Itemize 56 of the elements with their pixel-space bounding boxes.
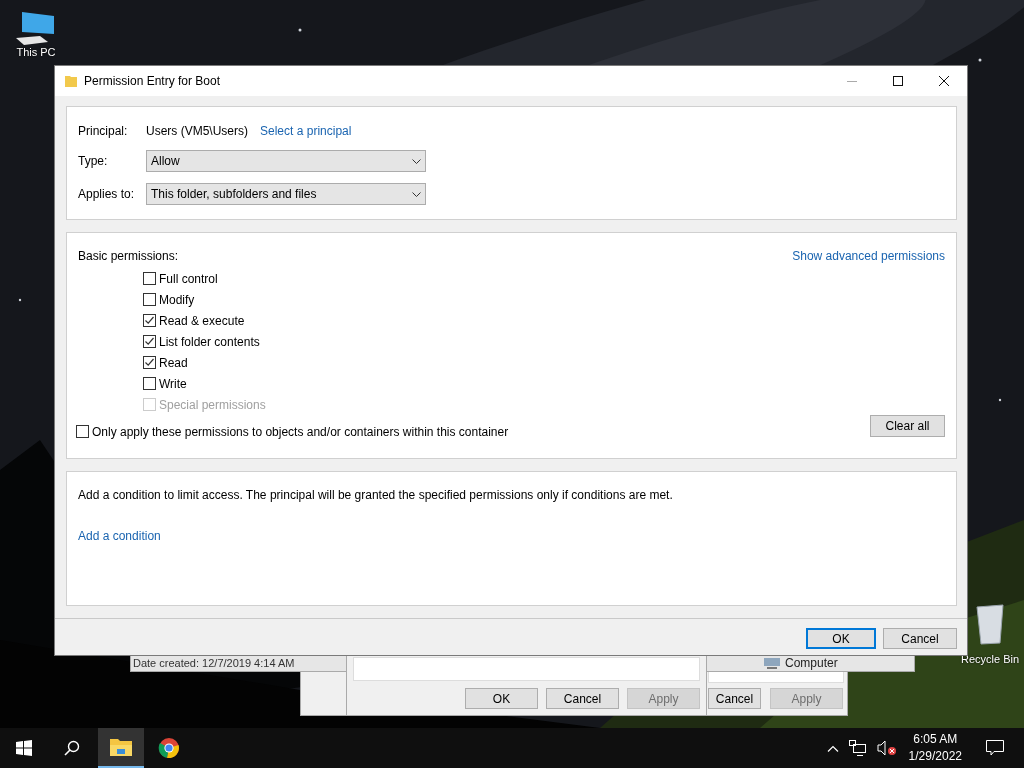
- clock-time[interactable]: 6:05 AM: [913, 731, 958, 748]
- applies-to-dropdown[interactable]: This folder, subfolders and files: [146, 183, 426, 205]
- checkbox-label: Read: [159, 355, 188, 370]
- clock-date[interactable]: 1/29/2022: [908, 748, 962, 765]
- add-condition-link[interactable]: Add a condition: [78, 529, 161, 543]
- caret-up-icon[interactable]: [826, 744, 839, 752]
- chevron-down-icon: [412, 158, 421, 164]
- search-icon: [64, 740, 80, 756]
- checkbox[interactable]: [143, 335, 156, 348]
- checkbox[interactable]: [143, 293, 156, 306]
- window-title: Permission Entry for Boot: [84, 74, 221, 88]
- checkbox-label: Modify: [159, 292, 195, 307]
- dialog-button[interactable]: Cancel: [546, 688, 619, 709]
- section-label: Basic permissions:: [78, 249, 179, 263]
- notification-icon[interactable]: [986, 740, 1004, 756]
- dialog-button[interactable]: OK: [806, 628, 876, 649]
- dialog-button[interactable]: Cancel: [708, 688, 761, 709]
- type-dropdown[interactable]: Allow: [146, 150, 426, 172]
- checkbox[interactable]: [143, 377, 156, 390]
- checkbox-label: List folder contents: [159, 334, 260, 349]
- select-principal-link[interactable]: Select a principal: [260, 124, 352, 138]
- windows-logo-icon: [16, 740, 32, 756]
- checkbox[interactable]: [143, 356, 156, 369]
- clear-all-button[interactable]: Clear all: [870, 414, 945, 437]
- field-label: Applies to:: [78, 187, 136, 201]
- principal-name: Users (VM5\Users): [146, 124, 248, 138]
- dialog-button[interactable]: OK: [465, 688, 538, 709]
- browser-icon: [158, 737, 180, 759]
- recycle-bin-icon[interactable]: [975, 603, 1005, 645]
- file-explorer-button[interactable]: [98, 728, 144, 768]
- field-label: Type:: [78, 154, 109, 168]
- advanced-permissions-link[interactable]: Show advanced permissions: [792, 249, 945, 263]
- desktop-icon-label[interactable]: This PC: [16, 46, 56, 58]
- dialog-button[interactable]: Cancel: [883, 628, 957, 649]
- checkbox-label: Write: [159, 376, 187, 391]
- maximize-icon: [893, 76, 903, 86]
- chevron-down-icon: [412, 191, 421, 197]
- computer-icon: [763, 657, 781, 669]
- close-icon: [939, 76, 949, 86]
- field-label: Principal:: [78, 124, 129, 138]
- folder-icon: [64, 74, 78, 88]
- muted-speaker-icon[interactable]: [876, 740, 897, 756]
- text-field[interactable]: [708, 672, 844, 683]
- network-icon[interactable]: [848, 740, 867, 756]
- checkbox-label: Read & execute: [159, 313, 245, 328]
- text-field[interactable]: [353, 657, 700, 681]
- checkbox-label: Special permissions: [159, 397, 266, 412]
- location-text: Computer: [785, 656, 838, 670]
- date-created-text: Date created: 12/7/2019 4:14 AM: [133, 657, 295, 669]
- checkbox[interactable]: [143, 314, 156, 327]
- folder-icon: [109, 737, 133, 757]
- checkbox[interactable]: [76, 425, 89, 438]
- checkbox-label: Full control: [159, 271, 218, 286]
- checkbox[interactable]: [143, 272, 156, 285]
- condition-description: Add a condition to limit access. The principal will be granted the specified permissions only if conditions are met.: [78, 488, 673, 502]
- checkbox-label: Only apply these permissions to objects and/or containers within this container: [92, 424, 509, 439]
